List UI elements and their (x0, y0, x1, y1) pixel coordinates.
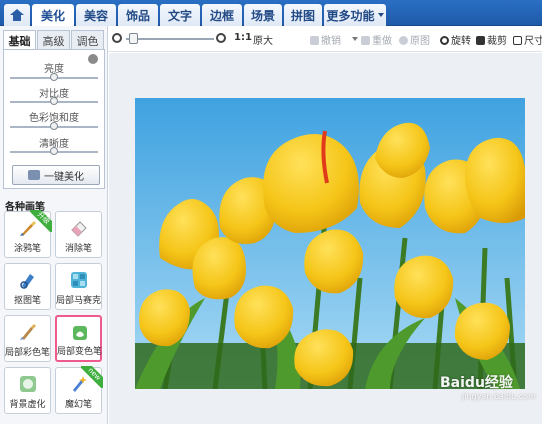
tab-beauty[interactable]: 美容 (76, 4, 116, 26)
chevron-down-icon (377, 13, 384, 17)
mosaic-icon (71, 272, 87, 288)
redo-icon (361, 36, 370, 45)
tool-local-mosaic[interactable]: 局部马赛克 (55, 263, 102, 310)
tool-cutout-pen[interactable]: 抠图笔 (4, 263, 51, 310)
tulip-photo[interactable] (135, 98, 525, 389)
tulip-image (135, 98, 525, 389)
original-size-button[interactable]: 原大 (253, 32, 273, 47)
resize-icon (513, 36, 522, 45)
tool-doodle-pen[interactable]: 升级 涂鸦笔 (4, 210, 52, 258)
tab-text[interactable]: 文字 (160, 4, 200, 26)
tab-label: 场景 (250, 8, 275, 23)
blur-icon (20, 376, 36, 392)
tool-local-recolor-pen[interactable]: 局部变色笔 (55, 315, 102, 362)
new-badge: new (81, 366, 103, 388)
tool-eraser-pen[interactable]: 消除笔 (55, 211, 102, 258)
subtab-label: 调色 (76, 34, 99, 48)
tab-label: 文字 (167, 8, 192, 23)
rotate-label: 旋转 (451, 36, 471, 47)
cutout-pen-icon (20, 274, 34, 289)
tool-label: 局部变色笔 (57, 347, 103, 357)
crop-label: 裁剪 (487, 36, 507, 47)
upgrade-badge: 升级 (30, 210, 52, 232)
editor-toolbar: 1:1 原大 撤销 重做 原图 旋转 裁剪 尺寸 (108, 26, 542, 52)
restore-icon (399, 36, 408, 45)
tool-magic-pen[interactable]: new 魔幻笔 (55, 366, 103, 414)
subtab-color[interactable]: 调色 (71, 30, 104, 50)
tool-label: 魔幻笔 (64, 400, 92, 410)
size-label: 尺寸 (524, 36, 542, 47)
tab-label: 美容 (83, 8, 108, 23)
crop-button[interactable]: 裁剪 (476, 32, 507, 47)
magic-wand-icon (28, 170, 40, 180)
top-nav-bar: 美化 美容 饰品 文字 边框 场景 拼图 更多功能 (0, 0, 542, 26)
tab-scene[interactable]: 场景 (244, 4, 282, 26)
tab-collage[interactable]: 拼图 (284, 4, 322, 26)
basic-adjust-panel: 亮度 对比度 色彩饱和度 清晰度 一键美化 (3, 49, 105, 189)
recolor-bucket-icon (73, 326, 87, 340)
contrast-slider-knob[interactable] (50, 97, 58, 105)
restore-label: 原图 (410, 36, 430, 47)
eraser-icon (71, 221, 87, 237)
tool-label: 涂鸦笔 (13, 244, 41, 254)
left-panel: 基础 高级 调色 亮度 对比度 色彩饱和度 清晰度 一键美化 各种画笔 升级 涂… (0, 26, 108, 424)
tab-label: 美化 (40, 8, 65, 23)
redo-label: 重做 (372, 36, 392, 47)
saturation-slider-knob[interactable] (50, 122, 58, 130)
undo-icon (310, 36, 319, 45)
redo-button[interactable]: 重做 (361, 32, 392, 47)
tool-local-color-pen[interactable]: 局部彩色笔 (4, 315, 51, 362)
undo-label: 撤销 (321, 36, 341, 47)
color-brush-icon (20, 324, 36, 340)
one-click-beautify-button[interactable]: 一键美化 (12, 165, 100, 185)
undo-dropdown-icon[interactable] (352, 37, 358, 41)
tool-label: 局部马赛克 (56, 296, 102, 306)
subtab-advanced[interactable]: 高级 (37, 30, 70, 50)
tab-label: 更多功能 (326, 8, 375, 23)
zoom-out-icon[interactable] (112, 33, 122, 43)
tab-label: 边框 (209, 8, 234, 23)
adjust-subtabs: 基础 高级 调色 (3, 30, 105, 50)
sharpness-slider-knob[interactable] (50, 147, 58, 155)
tool-label: 背景虚化 (9, 400, 46, 410)
rotate-icon (440, 36, 449, 45)
subtab-label: 基础 (8, 34, 31, 48)
home-icon (10, 9, 24, 21)
resize-button[interactable]: 尺寸 (513, 32, 542, 47)
canvas-area[interactable] (109, 53, 542, 424)
brightness-slider-knob[interactable] (50, 73, 58, 81)
home-tab[interactable] (4, 4, 30, 26)
undo-button[interactable]: 撤销 (310, 32, 341, 47)
baidu-watermark: Baidu经验 (440, 375, 513, 391)
zoom-slider[interactable] (126, 38, 214, 40)
tab-frame[interactable]: 边框 (202, 4, 242, 26)
one-click-label: 一键美化 (44, 171, 84, 183)
tab-beautify[interactable]: 美化 (32, 4, 74, 26)
tool-label: 消除笔 (64, 244, 92, 254)
subtab-basic[interactable]: 基础 (3, 30, 36, 50)
tab-accessories[interactable]: 饰品 (118, 4, 158, 26)
rotate-button[interactable]: 旋转 (440, 32, 471, 47)
tool-label: 抠图笔 (13, 296, 41, 306)
watermark-url: jingyan.baidu.com (462, 392, 536, 401)
tab-label: 饰品 (125, 8, 150, 23)
subtab-label: 高级 (42, 34, 65, 48)
zoom-in-icon[interactable] (216, 33, 226, 43)
crop-icon (476, 36, 485, 45)
zoom-slider-knob[interactable] (128, 33, 138, 44)
tab-label: 拼图 (290, 8, 315, 23)
ratio-label[interactable]: 1:1 (234, 32, 252, 43)
tab-more-features[interactable]: 更多功能 (324, 4, 386, 26)
restore-original-button[interactable]: 原图 (399, 32, 430, 47)
tool-label: 局部彩色笔 (5, 348, 51, 358)
tool-background-blur[interactable]: 背景虚化 (4, 367, 51, 414)
